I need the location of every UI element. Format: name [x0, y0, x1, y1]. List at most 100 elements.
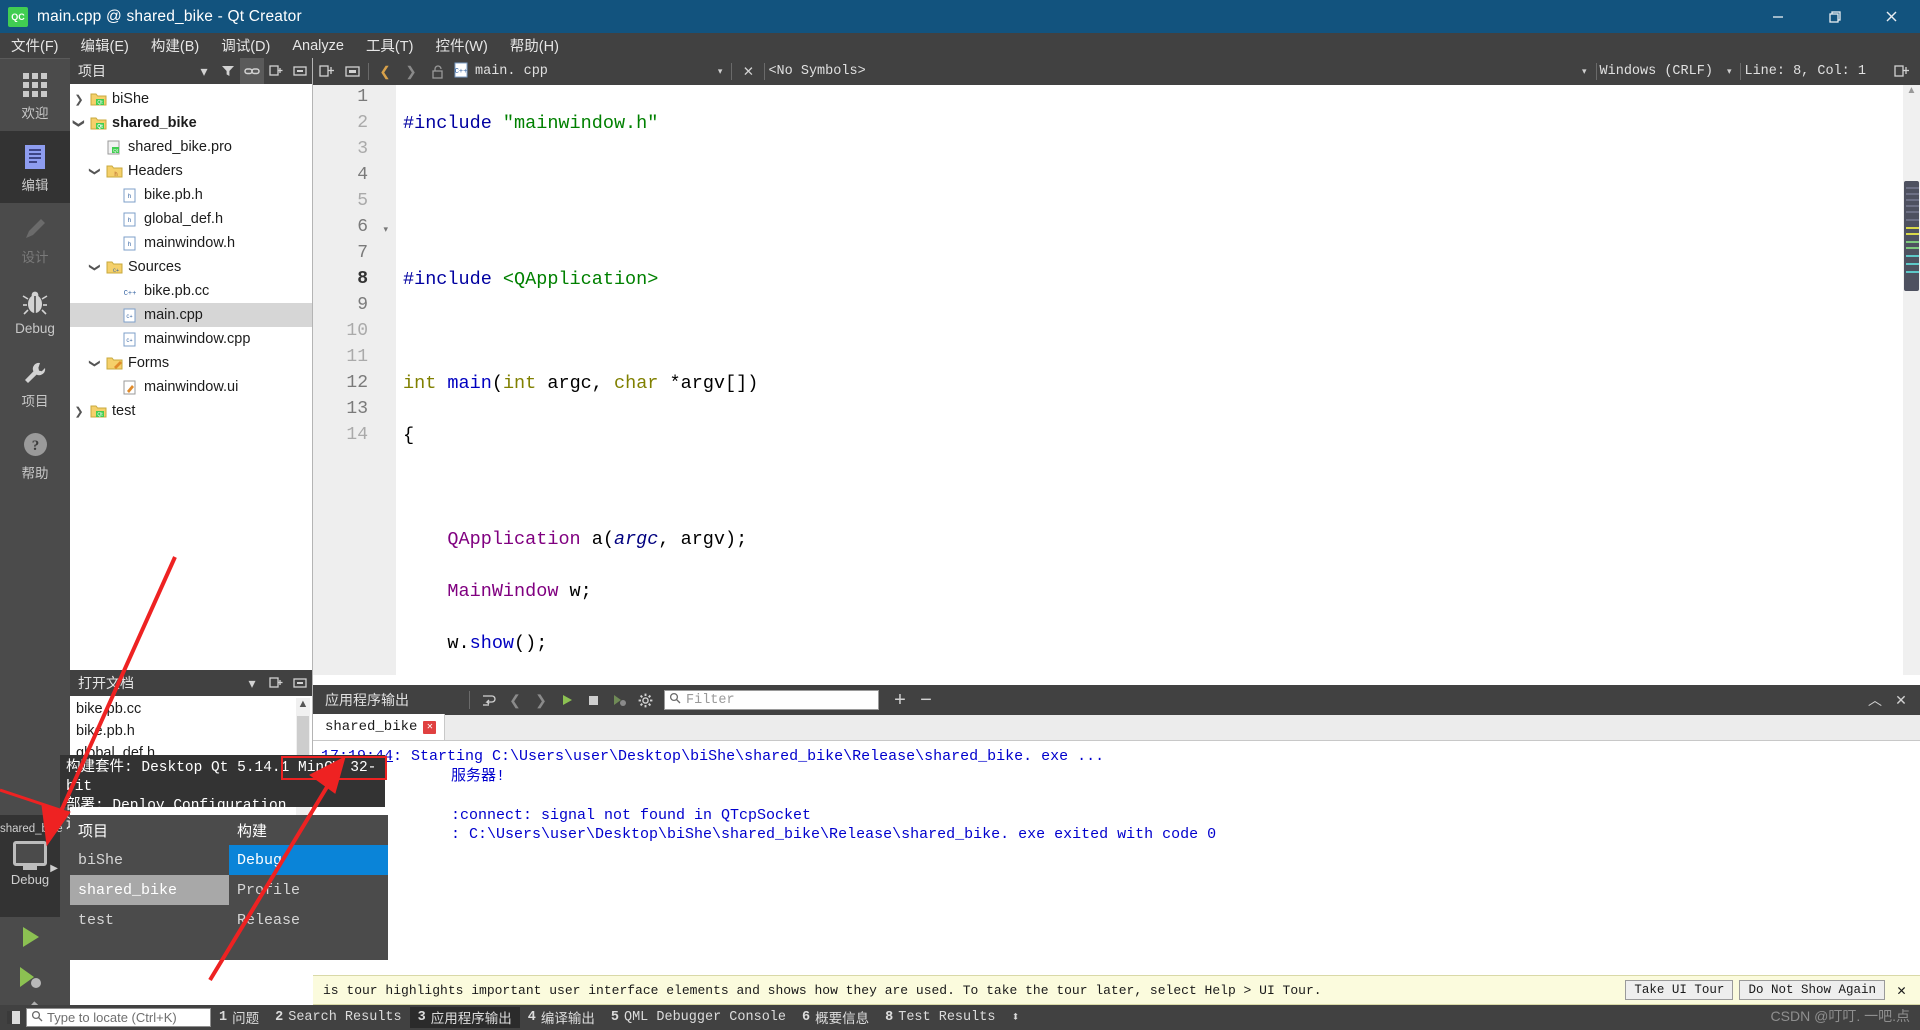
- selector-project-bishe[interactable]: biShe: [70, 845, 229, 875]
- chevron-down-icon[interactable]: ❯: [89, 258, 102, 276]
- chevron-down-icon[interactable]: ▾: [1727, 66, 1732, 77]
- statusbar-item-compile-output[interactable]: 4 编译输出: [520, 1007, 603, 1028]
- scroll-up-icon[interactable]: ▲: [1903, 85, 1920, 102]
- menu-help[interactable]: 帮助(H): [499, 32, 570, 59]
- close-icon[interactable]: ✕: [423, 720, 437, 734]
- close-button[interactable]: [1863, 0, 1920, 33]
- run-button[interactable]: [0, 917, 60, 957]
- menu-edit[interactable]: 编辑(E): [70, 32, 140, 59]
- tree-item-bike-pb-cc[interactable]: C++ bike.pb.cc: [70, 279, 312, 303]
- stop-icon[interactable]: [580, 685, 606, 715]
- sidebar-toggle-icon[interactable]: [0, 1005, 26, 1030]
- plus-icon[interactable]: +: [887, 685, 913, 715]
- unlocked-icon[interactable]: [424, 58, 450, 85]
- tree-item-shared-bike[interactable]: ❯ Qt shared_bike: [70, 111, 312, 135]
- code-content[interactable]: #include "mainwindow.h" #include <QAppli…: [403, 85, 758, 675]
- chevron-down-icon[interactable]: ▾: [240, 670, 264, 696]
- split-editor-icon[interactable]: [313, 58, 339, 85]
- selector-build-debug[interactable]: Debug: [229, 845, 388, 875]
- close-icon[interactable]: ✕: [1891, 981, 1912, 1000]
- kit-selector[interactable]: shared_bike Debug ▶: [0, 815, 63, 917]
- split-editor-icon[interactable]: [1888, 58, 1914, 85]
- close-split-icon[interactable]: [339, 58, 365, 85]
- debug-button[interactable]: [0, 957, 60, 997]
- fold-marker-icon[interactable]: ▾: [383, 224, 388, 235]
- word-wrap-icon[interactable]: [476, 685, 502, 715]
- tree-item-bishe[interactable]: ❯ Qt biShe: [70, 87, 312, 111]
- chevron-down-icon[interactable]: ▾: [192, 58, 216, 84]
- statusbar-item-overview[interactable]: 6 概要信息: [794, 1007, 877, 1028]
- prev-icon[interactable]: ❮: [502, 685, 528, 715]
- maximize-restore-button[interactable]: [1806, 0, 1863, 33]
- menu-analyze[interactable]: Analyze: [281, 35, 355, 57]
- filter-input[interactable]: Filter: [664, 690, 879, 710]
- minimize-button[interactable]: [1749, 0, 1806, 33]
- close-panel-icon[interactable]: [288, 58, 312, 84]
- selector-project-shared-bike[interactable]: shared_bike: [70, 875, 229, 905]
- updown-icon[interactable]: ⬍: [1003, 1009, 1027, 1026]
- chevron-right-icon[interactable]: ❯: [70, 405, 88, 418]
- project-build-selector-popup[interactable]: 项目 biShe shared_bike test 构建 Debug Profi…: [70, 815, 388, 960]
- chevron-up-icon[interactable]: ︿: [1862, 685, 1888, 715]
- statusbar-item-problems[interactable]: 1 问题: [211, 1007, 267, 1028]
- split-icon[interactable]: [264, 670, 288, 696]
- chevron-down-icon[interactable]: ❯: [89, 162, 102, 180]
- output-tab-shared-bike[interactable]: shared_bike ✕: [313, 714, 446, 740]
- chevron-down-icon[interactable]: ❯: [73, 114, 86, 132]
- split-icon[interactable]: [264, 58, 288, 84]
- output-text[interactable]: 17:19:44: Starting C:\Users\user\Desktop…: [313, 741, 1920, 975]
- take-ui-tour-button[interactable]: Take UI Tour: [1625, 980, 1734, 1000]
- selector-build-profile[interactable]: Profile: [229, 875, 388, 905]
- statusbar-item-qml-debugger-console[interactable]: 5 QML Debugger Console: [603, 1010, 794, 1025]
- tree-item-headers[interactable]: ❯ h Headers: [70, 159, 312, 183]
- mode-projects[interactable]: 项目: [0, 347, 70, 419]
- code-editor[interactable]: 1 2 3 4 5 6 ▾ 7 8 9 10 11 12 13 14 #include "mainwindo…: [313, 85, 1920, 675]
- tree-item-main-cpp[interactable]: C+ main.cpp: [70, 303, 312, 327]
- menu-tools[interactable]: 工具(T): [355, 32, 425, 59]
- chevron-right-icon[interactable]: ❯: [70, 93, 88, 106]
- menu-build[interactable]: 构建(B): [140, 32, 210, 59]
- line-ending-selector[interactable]: Windows (CRLF): [1600, 64, 1713, 79]
- tree-item-forms[interactable]: ❯ Forms: [70, 351, 312, 375]
- next-icon[interactable]: ❯: [528, 685, 554, 715]
- mode-debug[interactable]: Debug: [0, 275, 70, 347]
- list-item[interactable]: bike.pb.h: [76, 720, 312, 742]
- close-panel-icon[interactable]: [288, 670, 312, 696]
- statusbar-item-search-results[interactable]: 2 Search Results: [267, 1010, 410, 1025]
- selector-project-test[interactable]: test: [70, 905, 229, 935]
- editor-file-tab[interactable]: C++ main. cpp: [454, 62, 548, 81]
- nav-back-icon[interactable]: ❮: [372, 58, 398, 85]
- selector-build-release[interactable]: Release: [229, 905, 388, 935]
- tree-item-test[interactable]: ❯ Qt test: [70, 399, 312, 423]
- run-icon[interactable]: [554, 685, 580, 715]
- tree-item-mainwindow-h[interactable]: h mainwindow.h: [70, 231, 312, 255]
- mode-help[interactable]: ? 帮助: [0, 419, 70, 491]
- close-icon[interactable]: ✕: [1888, 685, 1914, 715]
- open-documents-list[interactable]: bike.pb.cc bike.pb.h global_def.h: [70, 696, 312, 764]
- link-icon[interactable]: [240, 58, 264, 84]
- menu-debug[interactable]: 调试(D): [210, 32, 281, 59]
- tree-item-shared-bike-pro[interactable]: Qt shared_bike.pro: [70, 135, 312, 159]
- nav-forward-icon[interactable]: ❯: [398, 58, 424, 85]
- menu-file[interactable]: 文件(F): [0, 32, 70, 59]
- list-item[interactable]: bike.pb.cc: [76, 698, 312, 720]
- editor-scrollbar[interactable]: ▲: [1903, 85, 1920, 675]
- chevron-down-icon[interactable]: ❯: [89, 354, 102, 372]
- statusbar-item-application-output[interactable]: 3 应用程序输出: [409, 1007, 520, 1028]
- do-not-show-again-button[interactable]: Do Not Show Again: [1739, 980, 1885, 1000]
- attach-icon[interactable]: [606, 685, 632, 715]
- tree-item-mainwindow-ui[interactable]: mainwindow.ui: [70, 375, 312, 399]
- chevron-down-icon[interactable]: ▾: [718, 66, 723, 77]
- mode-design[interactable]: 设计: [0, 203, 70, 275]
- symbols-dropdown[interactable]: <No Symbols>: [768, 64, 865, 79]
- tree-item-sources[interactable]: ❯ C+ Sources: [70, 255, 312, 279]
- mode-welcome[interactable]: 欢迎: [0, 59, 70, 131]
- project-tree[interactable]: ❯ Qt biShe ❯ Qt shared_bike Qt shared_bike.pro ❯…: [70, 84, 312, 423]
- filter-icon[interactable]: [216, 58, 240, 84]
- menu-window[interactable]: 控件(W): [424, 32, 498, 59]
- mode-edit[interactable]: 编辑: [0, 131, 70, 203]
- tree-item-global-def-h[interactable]: h global_def.h: [70, 207, 312, 231]
- settings-icon[interactable]: [632, 685, 658, 715]
- statusbar-item-test-results[interactable]: 8 Test Results: [877, 1010, 1003, 1025]
- close-icon[interactable]: ✕: [735, 58, 761, 85]
